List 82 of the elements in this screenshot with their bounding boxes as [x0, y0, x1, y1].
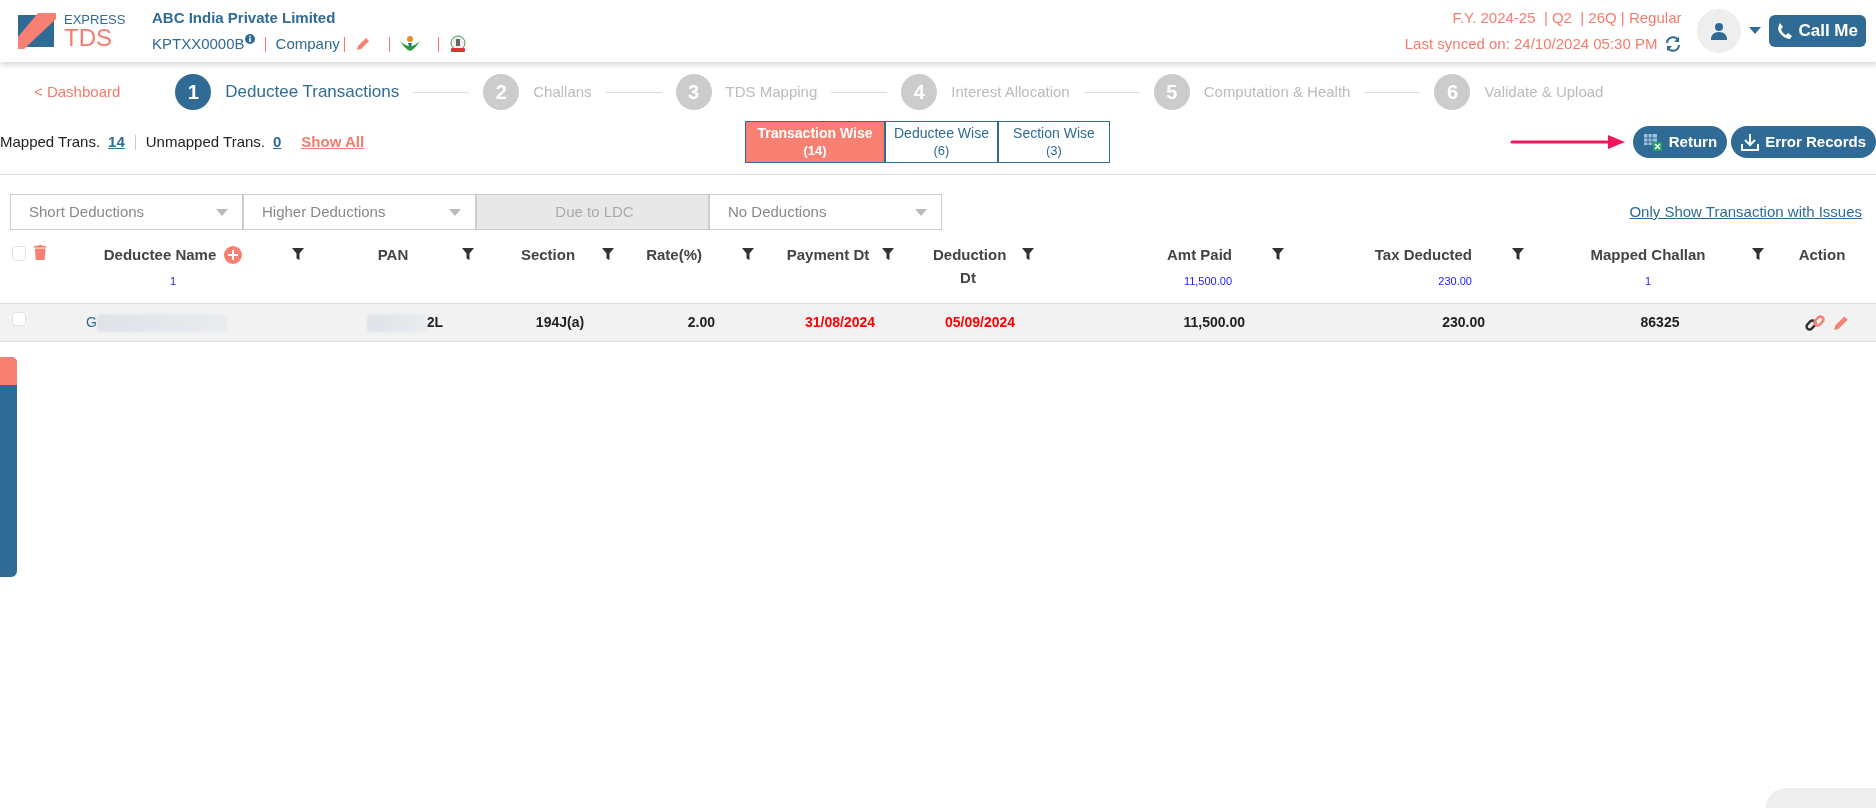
download-icon: [1741, 133, 1760, 151]
caret-icon[interactable]: [1749, 27, 1762, 35]
issues-filter-link[interactable]: Only Show Transaction with Issues: [1629, 200, 1862, 224]
select-all-checkbox[interactable]: [12, 246, 26, 261]
phone-icon: [1777, 22, 1794, 40]
logo-icon: [18, 13, 56, 49]
tan-number: KPTXX0000B: [152, 34, 245, 54]
company-name: ABC India Private Limited: [152, 7, 337, 28]
dashboard-link[interactable]: < Dashboard: [34, 80, 121, 104]
step-label[interactable]: Computation & Health: [1203, 80, 1351, 104]
logo-text: TDS: [64, 25, 112, 50]
filter-icon[interactable]: [1022, 248, 1034, 260]
filter-icon[interactable]: [1512, 248, 1524, 260]
column-header: Payment Dt: [786, 245, 870, 265]
mapped-label: Mapped Trans.: [0, 131, 101, 152]
filter-dropdown[interactable]: No Deductions: [709, 194, 942, 230]
return-button[interactable]: Return: [1632, 125, 1728, 159]
caret-icon: [449, 208, 461, 216]
filter-icon[interactable]: [1272, 248, 1284, 260]
caret-icon: [915, 208, 927, 216]
link-icon[interactable]: [1805, 312, 1825, 333]
table-cell: 2.00: [687, 314, 715, 330]
view-tab[interactable]: Section Wise (3): [997, 121, 1110, 163]
table-cell: 194J(a): [535, 314, 585, 330]
call-me-button[interactable]: Call Me: [1769, 15, 1866, 47]
filter-dropdown: Due to LDC: [476, 194, 709, 230]
view-tab[interactable]: Deductee Wise (6): [885, 121, 998, 163]
table-cell: 230.00: [1442, 314, 1485, 330]
table-cell: 86325: [1640, 314, 1680, 330]
row-checkbox[interactable]: [12, 312, 26, 326]
column-header: PAN: [377, 245, 409, 265]
filter-icon[interactable]: [742, 248, 754, 260]
view-tab[interactable]: Transaction Wise (14): [745, 121, 885, 163]
return-info: F.Y. 2024-25 | Q2 | 26Q | Regular: [1451, 7, 1682, 28]
filter-dropdown[interactable]: Higher Deductions: [243, 194, 476, 230]
filter-dropdown[interactable]: Short Deductions: [10, 194, 243, 230]
column-total: 11,500.00: [1182, 273, 1232, 289]
step-label[interactable]: TDS Mapping: [725, 80, 818, 104]
step-label[interactable]: Validate & Upload: [1484, 80, 1604, 104]
spreadsheet-icon: [1642, 133, 1663, 151]
step-label[interactable]: Interest Allocation: [951, 80, 1070, 104]
last-synced: Last synced on: 24/10/2024 05:30 PM: [1404, 34, 1658, 54]
table-cell: 11,500.00: [1183, 314, 1245, 330]
filter-icon[interactable]: [602, 248, 614, 260]
filter-icon[interactable]: [462, 248, 474, 260]
mapped-count-link[interactable]: 14: [108, 130, 125, 154]
column-total: 1: [1643, 273, 1653, 289]
column-total: 1: [168, 273, 178, 289]
pencil-icon[interactable]: [354, 36, 371, 53]
entity-type: Company: [275, 34, 340, 54]
table-cell: 31/08/2024: [804, 314, 876, 330]
unmapped-count-link[interactable]: 0: [273, 130, 282, 154]
trash-icon[interactable]: [33, 244, 46, 261]
emblem-icon[interactable]: [399, 36, 420, 53]
step-number[interactable]: 1: [175, 74, 212, 110]
filter-icon[interactable]: [292, 248, 304, 260]
table-cell: 2L: [426, 314, 444, 330]
filter-icon[interactable]: [882, 248, 894, 260]
add-icon[interactable]: [224, 246, 243, 265]
filter-icon[interactable]: [1752, 248, 1764, 260]
table-cell: 05/09/2024: [944, 314, 1016, 330]
unmapped-label: Unmapped Trans.: [145, 131, 265, 152]
column-header: Tax Deducted: [1374, 245, 1472, 265]
column-total: 230.00: [1437, 273, 1472, 289]
avatar[interactable]: [1697, 9, 1742, 53]
show-all-link[interactable]: Show All: [301, 130, 365, 154]
column-header: Deductee Name: [103, 245, 217, 265]
emblem-icon[interactable]: [448, 35, 467, 54]
step-label[interactable]: Challans: [533, 80, 592, 104]
column-header: Mapped Challan: [1590, 245, 1706, 265]
logo-text: EXPRESS: [64, 12, 126, 26]
name-link[interactable]: G: [86, 314, 97, 330]
error-records-button[interactable]: Error Records: [1731, 125, 1876, 159]
column-header: Rate(%): [646, 245, 702, 265]
column-header: Section: [520, 245, 576, 265]
step-label[interactable]: Deductee Transactions: [225, 79, 400, 105]
caret-icon: [216, 208, 228, 216]
column-header: Action: [1798, 245, 1846, 265]
info-icon: [244, 34, 255, 45]
user-icon: [1710, 22, 1729, 40]
column-header: Amt Paid: [1167, 245, 1232, 265]
refresh-icon[interactable]: [1665, 36, 1682, 53]
